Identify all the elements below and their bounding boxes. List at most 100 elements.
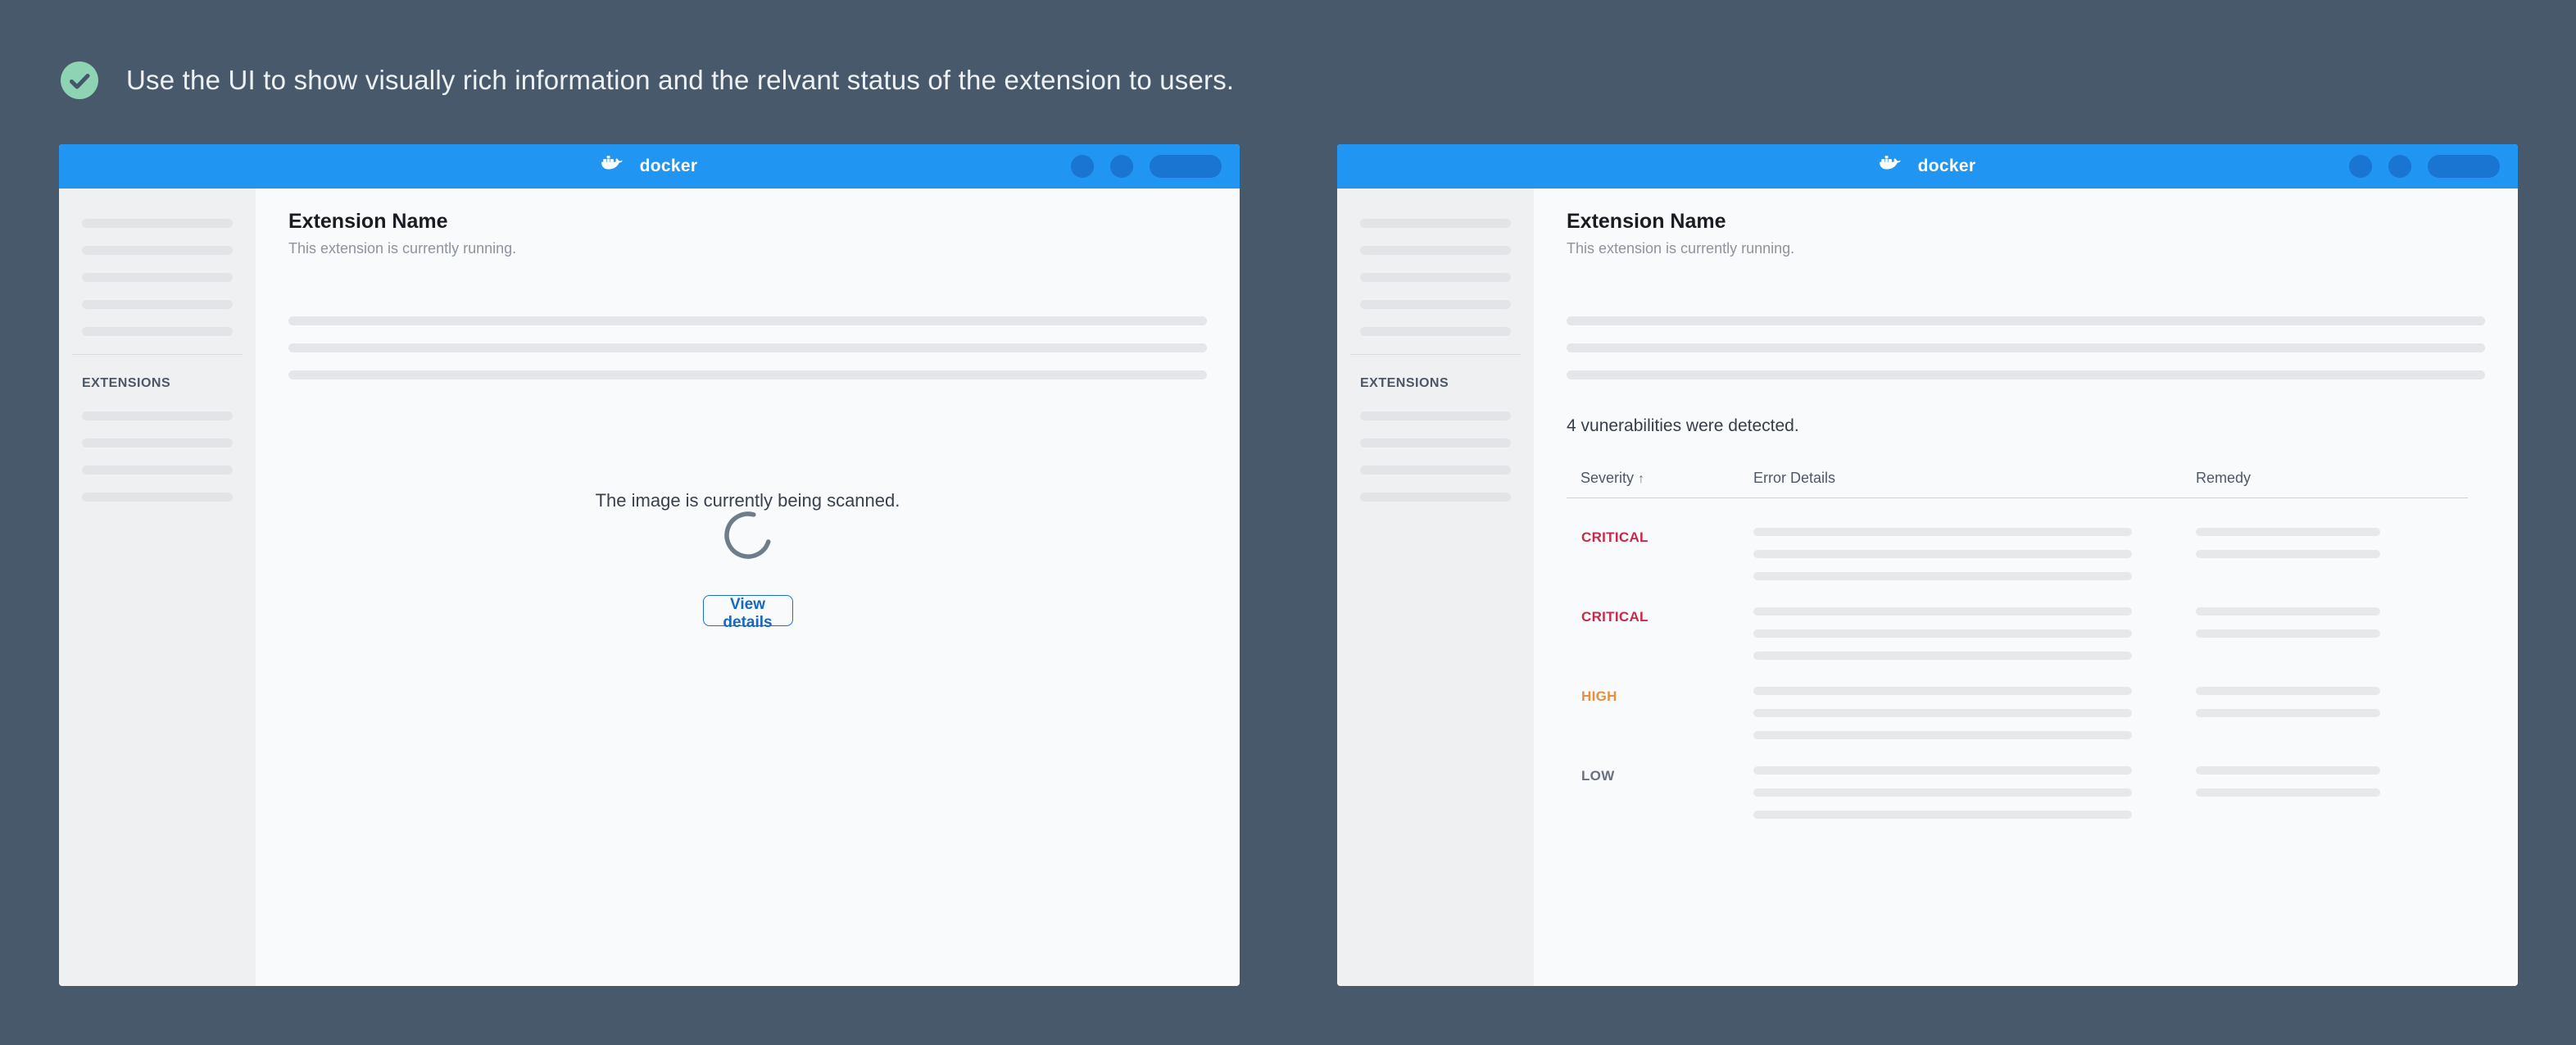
skeleton-line: [1753, 731, 2132, 739]
skeleton-line: [1360, 411, 1511, 420]
table-body: CRITICAL CRITICAL: [1567, 518, 2468, 836]
skeleton-line: [288, 316, 1207, 325]
docker-wordmark: docker: [640, 157, 698, 176]
sort-ascending-icon: ↑: [1638, 472, 1644, 486]
header-button-icon[interactable]: [2388, 155, 2411, 178]
skeleton-line: [1753, 629, 2132, 638]
skeleton-line: [2196, 766, 2380, 775]
sidebar-section-extensions: EXTENSIONS: [1360, 376, 1534, 391]
skeleton-line: [82, 246, 233, 255]
extension-title: Extension Name: [288, 210, 448, 234]
sidebar-divider: [1350, 354, 1521, 355]
severity-badge: CRITICAL: [1567, 518, 1753, 597]
error-details-skeleton: [1753, 518, 2196, 597]
app-header: docker: [1337, 144, 2518, 189]
skeleton-line: [1753, 607, 2132, 616]
vulnerability-row: CRITICAL: [1567, 597, 2468, 677]
remedy-skeleton: [2196, 756, 2468, 836]
scan-status-text: The image is currently being scanned.: [256, 490, 1240, 511]
docker-logo: docker: [1880, 156, 1976, 177]
column-header-severity[interactable]: Severity↑: [1567, 470, 1753, 487]
extension-title: Extension Name: [1567, 210, 1726, 234]
skeleton-line: [1753, 572, 2132, 580]
sidebar: EXTENSIONS: [1337, 189, 1534, 986]
skeleton-line: [288, 343, 1207, 352]
skeleton-line: [1360, 493, 1511, 502]
vulnerability-row: HIGH: [1567, 677, 2468, 756]
skeleton-line: [1753, 652, 2132, 660]
vulnerability-table: Severity↑ Error Details Remedy CRITICAL: [1567, 470, 2468, 836]
content-skeleton-group: [1567, 316, 2485, 398]
skeleton-line: [1753, 687, 2132, 695]
skeleton-line: [1567, 343, 2485, 352]
skeleton-line: [1360, 466, 1511, 475]
header-button-icon[interactable]: [2349, 155, 2372, 178]
skeleton-line: [1360, 327, 1511, 336]
skeleton-line: [1753, 550, 2132, 558]
guideline-text: Use the UI to show visually rich informa…: [126, 65, 1234, 96]
extension-running-subtitle: This extension is currently running.: [1567, 240, 1794, 257]
skeleton-line: [1360, 219, 1511, 228]
skeleton-line: [82, 219, 233, 228]
sidebar-skeleton-group: [59, 391, 256, 502]
skeleton-line: [1753, 811, 2132, 819]
header-button-icon[interactable]: [1110, 155, 1133, 178]
sidebar-skeleton-group: [1337, 189, 1534, 336]
sidebar: EXTENSIONS: [59, 189, 256, 986]
skeleton-line: [1567, 316, 2485, 325]
skeleton-line: [82, 493, 233, 502]
skeleton-line: [1360, 438, 1511, 448]
header-actions: [2349, 155, 2500, 178]
skeleton-line: [1753, 709, 2132, 717]
content-skeleton-group: [288, 316, 1207, 398]
docker-wordmark: docker: [1918, 157, 1976, 176]
vulnerability-row: CRITICAL: [1567, 518, 2468, 597]
skeleton-line: [288, 370, 1207, 379]
skeleton-line: [2196, 687, 2380, 695]
guideline-annotation: Use the UI to show visually rich informa…: [61, 51, 1234, 110]
remedy-skeleton: [2196, 677, 2468, 756]
header-button-pill[interactable]: [2428, 155, 2500, 178]
error-details-skeleton: [1753, 677, 2196, 756]
skeleton-line: [82, 300, 233, 309]
docker-logo: docker: [601, 156, 698, 177]
skeleton-line: [82, 411, 233, 420]
docker-window-scanning: docker EXTENSIONS Extension Name This ex…: [59, 144, 1240, 986]
table-header-row: Severity↑ Error Details Remedy: [1567, 470, 2468, 487]
extension-content: Extension Name This extension is current…: [1534, 189, 2518, 986]
severity-badge: CRITICAL: [1567, 597, 1753, 677]
skeleton-line: [1753, 528, 2132, 536]
skeleton-line: [1360, 273, 1511, 282]
skeleton-line: [2196, 788, 2380, 797]
skeleton-line: [82, 327, 233, 336]
skeleton-line: [1753, 766, 2132, 775]
sidebar-divider: [72, 354, 243, 355]
skeleton-line: [2196, 528, 2380, 536]
skeleton-line: [1567, 370, 2485, 379]
skeleton-line: [82, 466, 233, 475]
remedy-skeleton: [2196, 597, 2468, 677]
header-button-icon[interactable]: [1071, 155, 1094, 178]
column-header-remedy: Remedy: [2196, 470, 2468, 487]
skeleton-line: [1753, 788, 2132, 797]
skeleton-line: [1360, 300, 1511, 309]
skeleton-line: [1360, 246, 1511, 255]
loading-spinner: [723, 511, 773, 560]
header-button-pill[interactable]: [1150, 155, 1222, 178]
skeleton-line: [2196, 607, 2380, 616]
skeleton-line: [2196, 629, 2380, 638]
view-details-button[interactable]: View details: [703, 595, 793, 626]
remedy-skeleton: [2196, 518, 2468, 597]
vulnerability-count-text: 4 vunerabilities were detected.: [1567, 416, 1799, 436]
check-circle-icon: [61, 61, 98, 99]
extension-running-subtitle: This extension is currently running.: [288, 240, 516, 257]
severity-badge: HIGH: [1567, 677, 1753, 756]
sidebar-section-extensions: EXTENSIONS: [82, 376, 256, 391]
column-header-error-details: Error Details: [1753, 470, 2196, 487]
skeleton-line: [2196, 550, 2380, 558]
docker-whale-icon: [1880, 156, 1912, 177]
skeleton-line: [2196, 709, 2380, 717]
sidebar-skeleton-group: [59, 189, 256, 336]
docker-whale-icon: [601, 156, 634, 177]
sidebar-skeleton-group: [1337, 391, 1534, 502]
